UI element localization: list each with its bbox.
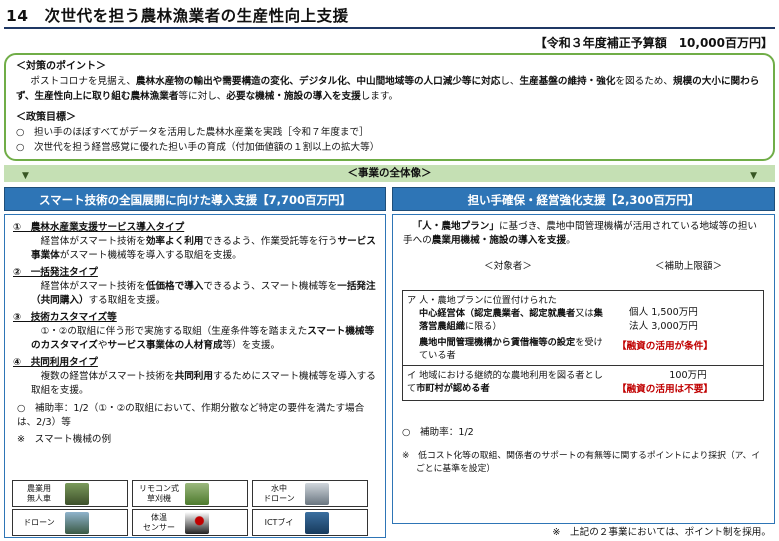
mower-icon xyxy=(185,482,209,505)
table-row: ア 人・農地プランに位置付けられた 中心経営体（認定農業者、認定就農者又は集落営… xyxy=(403,291,763,366)
arrow-down-icon: ▼ xyxy=(750,171,757,181)
equipment-examples-label: ※ スマート機械の例 xyxy=(17,434,112,445)
item-1-title: ① 農林水産業支援サービス導入タイプ xyxy=(13,222,185,233)
arrow-down-icon: ▼ xyxy=(22,171,29,181)
policy-points-heading: ＜対策のポイント＞ xyxy=(16,61,106,72)
page-title: 14 次世代を担う農林漁業者の生産性向上支援 xyxy=(6,7,349,25)
loan-not-required-note: 【融資の活用は不要】 xyxy=(617,384,713,395)
equip-temperature-sensor: 体温 センサー xyxy=(132,509,248,536)
budget-amount: 【令和３年度補正予算額 10,000百万円】 xyxy=(534,36,773,50)
equip-underwater-drone: 水中 ドローン xyxy=(252,480,368,507)
cow-icon xyxy=(185,511,209,534)
row-a-target: ア 人・農地プランに位置付けられた 中心経営体（認定農業者、認定就農者又は集落営… xyxy=(407,295,603,361)
col-target: ＜対象者＞ xyxy=(484,261,532,272)
item-4-body: 複数の経営体がスマート技術を共同利用するためにスマート機械等を導入する取組を支援… xyxy=(31,371,376,396)
leader-support-header: 担い手確保・経営強化支援【2,300百万円】 xyxy=(392,187,775,211)
overview-header: ▼ ＜事業の全体像＞ ▼ xyxy=(4,165,775,182)
tractor-icon xyxy=(65,482,89,505)
row-a-limit: 個人 1,500万円 法人 3,000万円 【融資の活用が条件】 xyxy=(613,291,763,365)
equip-mower: リモコン式 草刈機 xyxy=(132,480,248,507)
right-intro: 「人・農地プラン」に基づき、農地中間管理機構が活用されている地域等の担い手への農… xyxy=(403,221,758,246)
equipment-examples: 農業用 無人車 リモコン式 草刈機 水中 ドローン ドローン 体温 センサー I… xyxy=(8,480,370,536)
equip-label: ICTブイ xyxy=(264,517,294,527)
item-2-body: 経営体がスマート技術を低価格で導入できるよう、スマート機械等を一括発注（共同購入… xyxy=(31,281,376,306)
equip-unmanned-vehicle: 農業用 無人車 xyxy=(12,480,128,507)
right-subsidy-rate: ○ 補助率：1/2 xyxy=(402,427,474,438)
subsidy-table: ア 人・農地プランに位置付けられた 中心経営体（認定農業者、認定就農者又は集落営… xyxy=(402,290,764,401)
equip-label: ドローン xyxy=(23,517,55,527)
item-2-title: ② 一括発注タイプ xyxy=(13,267,98,278)
table-row: イ 地域における継続的な農地利用を図る者として市町村が認める者 100万円 【融… xyxy=(403,366,763,400)
policy-goals-heading: ＜政策目標＞ xyxy=(16,112,76,123)
item-3-body: ①・②の取組に伴う形で実施する取組（生産条件等を踏まえたスマート機械等のカスタマ… xyxy=(31,326,375,351)
row-i-target: イ 地域における継続的な農地利用を図る者として市町村が認める者 xyxy=(407,370,603,394)
equip-label: 水中 ドローン xyxy=(263,483,295,503)
row-i-limit: 100万円 【融資の活用は不要】 xyxy=(613,366,763,400)
item-3-title: ③ 技術カスタマイズ等 xyxy=(13,312,117,323)
equip-label: 体温 センサー xyxy=(143,512,175,532)
right-selection-note: ※ 低コスト化等の取組、関係者のサポートの有無等に関するポイントにより採択（ア、… xyxy=(402,451,761,474)
smart-tech-header: スマート技術の全国展開に向けた導入支援【7,700百万円】 xyxy=(4,187,386,211)
col-limit: ＜補助上限額＞ xyxy=(654,261,723,272)
policy-box: ＜対策のポイント＞ ポストコロナを見据え、農林水産物の輸出や需要構造の変化、デジ… xyxy=(4,53,775,161)
equip-label: リモコン式 草刈機 xyxy=(139,483,179,503)
equip-drone: ドローン xyxy=(12,509,128,536)
buoy-icon xyxy=(305,511,329,534)
equip-ict-buoy: ICTブイ xyxy=(252,509,368,536)
equip-label: 農業用 無人車 xyxy=(27,483,51,503)
underwater-drone-icon xyxy=(305,482,329,505)
policy-goal-2: ○ 次世代を担う経営感覚に優れた担い手の育成（付加価値額の１割以上の拡大等） xyxy=(16,142,380,153)
policy-goal-1: ○ 担い手のほぼすべてがデータを活用した農林水産業を実践［令和７年度まで］ xyxy=(16,127,369,138)
drone-icon xyxy=(65,511,89,534)
item-1-body: 経営体がスマート技術を効率よく利用できるよう、作業受託等を行うサービス事業体がス… xyxy=(31,236,376,261)
item-4-title: ④ 共同利用タイプ xyxy=(13,357,98,368)
policy-points-text: ポストコロナを見据え、農林水産物の輸出や需要構造の変化、デジタル化、中山間地域等… xyxy=(16,76,760,102)
left-subsidy-rate: ○ 補助率：1/2（①・②の取組において、作期分散など特定の要件を満たす場合は、… xyxy=(17,403,365,428)
footnote: ※ 上記の２事業においては、ポイント制を採用。 xyxy=(552,527,771,538)
table-col-headers: ＜対象者＞ ＜補助上限額＞ xyxy=(403,260,764,274)
loan-required-note: 【融資の活用が条件】 xyxy=(617,341,713,352)
title-underline xyxy=(4,27,775,29)
